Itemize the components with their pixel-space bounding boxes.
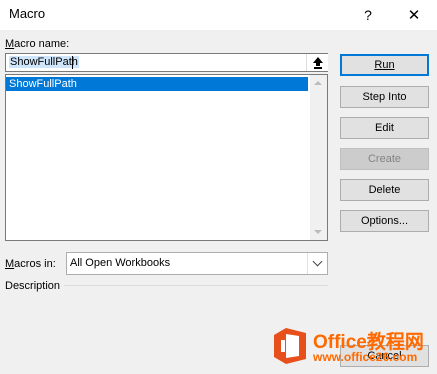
macro-name-label: Macro name: [5, 38, 70, 50]
delete-button-label: Delete [368, 184, 401, 196]
office-logo-icon [274, 328, 306, 364]
help-button[interactable]: ? [345, 0, 391, 30]
edit-button-label: Edit [375, 122, 394, 134]
macros-in-label-rest: acros in: [14, 258, 56, 270]
step-into-button[interactable]: Step Into [340, 86, 429, 108]
create-button-label: Create [367, 153, 402, 165]
list-scrollbar[interactable] [310, 75, 327, 240]
macros-in-value: All Open Workbooks [70, 257, 171, 269]
description-label: Description [5, 280, 61, 292]
macros-in-label: Macros in: [5, 258, 56, 270]
macro-picker-button[interactable] [306, 54, 328, 71]
up-arrow-bar-icon [312, 56, 323, 69]
dialog-title: Macro [9, 6, 46, 21]
list-item[interactable]: ShowFullPath [6, 77, 308, 91]
macros-in-select[interactable]: All Open Workbooks [66, 252, 328, 275]
edit-button[interactable]: Edit [340, 117, 429, 139]
options-button-label: Options... [360, 215, 409, 227]
macro-name-value: ShowFullPath [9, 56, 79, 68]
run-button-label: Run [374, 59, 395, 71]
create-button: Create [340, 148, 429, 170]
scroll-down-icon[interactable] [314, 230, 322, 234]
macro-name-label-rest: acro name: [14, 38, 70, 50]
macro-name-input[interactable]: ShowFullPath [5, 53, 328, 72]
step-into-button-label: Step Into [362, 91, 407, 103]
close-button[interactable]: ✕ [391, 0, 437, 30]
scroll-up-icon[interactable] [314, 81, 322, 85]
description-divider [64, 285, 328, 286]
close-icon: ✕ [407, 7, 421, 24]
help-icon: ? [364, 7, 372, 23]
options-button[interactable]: Options... [340, 210, 429, 232]
chevron-down-icon[interactable] [307, 253, 327, 274]
watermark-url: www.office26.com [313, 350, 418, 364]
macro-list[interactable]: ShowFullPath [5, 74, 328, 241]
run-button[interactable]: Run [340, 54, 429, 76]
text-caret [72, 56, 73, 69]
delete-button[interactable]: Delete [340, 179, 429, 201]
